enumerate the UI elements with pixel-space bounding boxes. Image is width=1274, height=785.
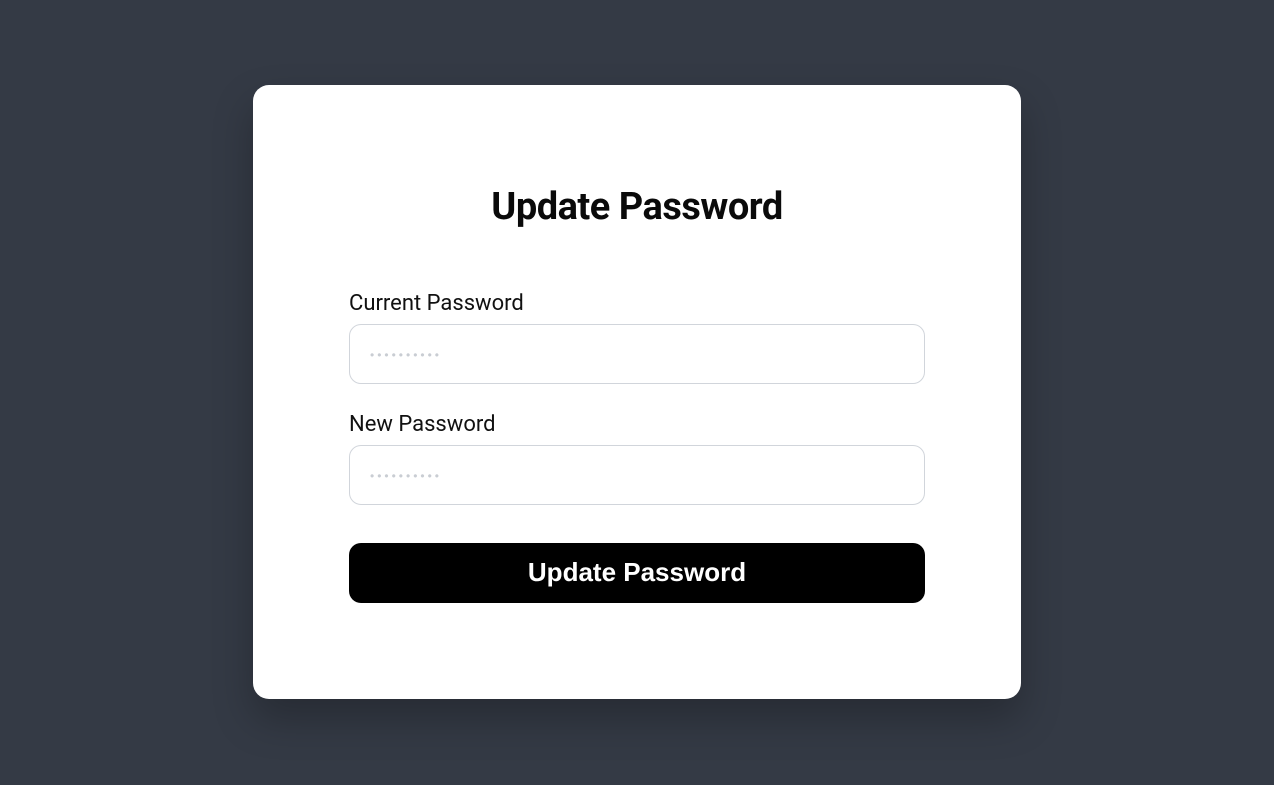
update-password-button[interactable]: Update Password bbox=[349, 543, 925, 603]
new-password-label: New Password bbox=[349, 412, 925, 437]
new-password-input[interactable] bbox=[349, 445, 925, 505]
current-password-input[interactable] bbox=[349, 324, 925, 384]
current-password-group: Current Password bbox=[349, 291, 925, 384]
current-password-label: Current Password bbox=[349, 291, 925, 316]
card-title: Update Password bbox=[349, 185, 925, 229]
update-password-card: Update Password Current Password New Pas… bbox=[253, 85, 1021, 699]
new-password-group: New Password bbox=[349, 412, 925, 505]
